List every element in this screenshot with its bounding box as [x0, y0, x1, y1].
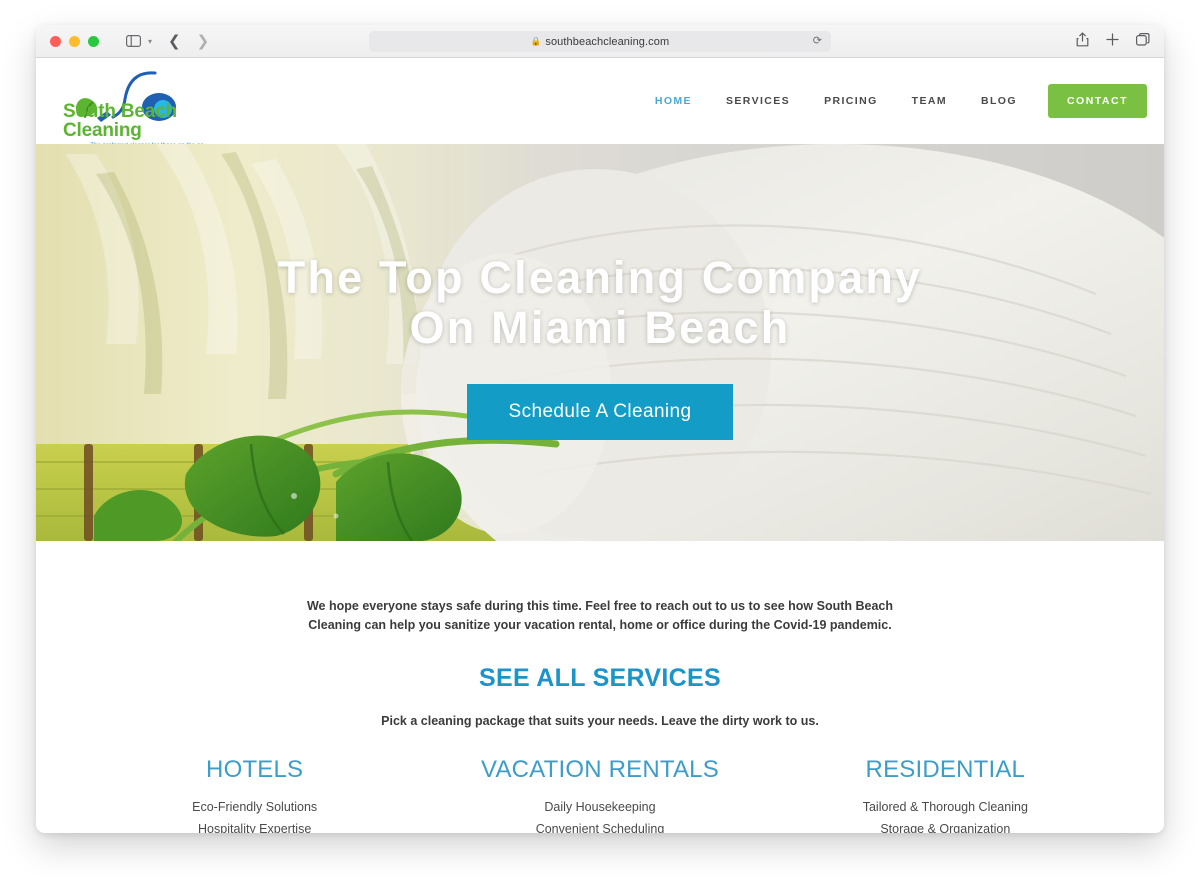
- window-controls: [50, 35, 99, 47]
- service-column-residential: RESIDENTIAL Tailored & Thorough Cleaning…: [773, 756, 1118, 833]
- hero-section: The Top Cleaning Company On Miami Beach …: [36, 144, 1164, 541]
- hero-title-line1: The Top Cleaning Company: [277, 251, 923, 303]
- tab-overview-icon[interactable]: [1136, 32, 1150, 51]
- reload-icon[interactable]: ⟳: [813, 34, 822, 47]
- nav-item-home[interactable]: HOME: [638, 95, 709, 107]
- see-all-services-heading[interactable]: SEE ALL SERVICES: [36, 664, 1164, 693]
- service-heading-vacation-rentals: VACATION RENTALS: [481, 755, 719, 783]
- contact-button[interactable]: CONTACT: [1047, 84, 1147, 118]
- service-list-vacation-rentals: Daily Housekeeping Convenient Scheduling…: [427, 798, 772, 833]
- service-list-residential: Tailored & Thorough Cleaning Storage & O…: [773, 798, 1118, 833]
- sidebar-controls: ▾: [122, 31, 152, 51]
- lock-icon: 🔒: [530, 36, 542, 46]
- service-item: Eco-Friendly Solutions: [192, 799, 318, 814]
- main-navigation: HOME SERVICES PRICING TEAM BLOG CONTACT: [638, 84, 1147, 118]
- nav-item-pricing[interactable]: PRICING: [807, 95, 895, 107]
- minimize-window-button[interactable]: [69, 35, 80, 47]
- browser-window: ▾ ❮ ❯ 🔒 southbeachcleaning.com ⟳ South B…: [36, 25, 1164, 833]
- nav-item-services[interactable]: SERVICES: [709, 95, 807, 107]
- covid-notice: We hope everyone stays safe during this …: [306, 599, 894, 633]
- hero-content: The Top Cleaning Company On Miami Beach …: [36, 144, 1164, 541]
- nav-item-blog[interactable]: BLOG: [964, 95, 1034, 107]
- back-arrow-icon[interactable]: ❮: [168, 33, 181, 49]
- hero-title: The Top Cleaning Company On Miami Beach: [277, 251, 923, 354]
- service-item: Tailored & Thorough Cleaning: [862, 799, 1028, 814]
- hero-title-line2: On Miami Beach: [409, 302, 791, 353]
- service-item: Convenient Scheduling: [535, 821, 665, 833]
- service-item: Storage & Organization: [880, 821, 1011, 833]
- address-bar[interactable]: 🔒 southbeachcleaning.com ⟳: [369, 31, 831, 52]
- services-subtitle: Pick a cleaning package that suits your …: [381, 713, 819, 728]
- chevron-down-icon[interactable]: ▾: [148, 37, 152, 46]
- logo-wordmark: South Beach Cleaning: [63, 101, 177, 141]
- schedule-cleaning-button[interactable]: Schedule A Cleaning: [466, 384, 734, 441]
- service-heading-residential: RESIDENTIAL: [865, 755, 1026, 783]
- navigation-arrows: ❮ ❯: [168, 33, 210, 49]
- service-list-hotels: Eco-Friendly Solutions Hospitality Exper…: [82, 798, 427, 833]
- browser-titlebar: ▾ ❮ ❯ 🔒 southbeachcleaning.com ⟳: [36, 25, 1164, 58]
- url-text: southbeachcleaning.com: [545, 35, 670, 48]
- plus-icon[interactable]: [1106, 32, 1119, 51]
- site-logo[interactable]: South Beach Cleaning The preferred clean…: [55, 65, 235, 149]
- share-icon[interactable]: [1076, 31, 1089, 52]
- site-header: South Beach Cleaning The preferred clean…: [36, 58, 1164, 149]
- sidebar-toggle-icon[interactable]: [122, 31, 144, 51]
- main-content: We hope everyone stays safe during this …: [36, 541, 1164, 833]
- service-column-hotels: HOTELS Eco-Friendly Solutions Hospitalit…: [82, 756, 427, 833]
- service-column-vacation-rentals: VACATION RENTALS Daily Housekeeping Conv…: [427, 756, 772, 833]
- close-window-button[interactable]: [50, 35, 61, 47]
- nav-item-team[interactable]: TEAM: [895, 95, 964, 107]
- service-heading-hotels: HOTELS: [206, 755, 304, 783]
- maximize-window-button[interactable]: [88, 35, 99, 47]
- page-root: ▾ ❮ ❯ 🔒 southbeachcleaning.com ⟳ South B…: [0, 0, 1200, 882]
- forward-arrow-icon[interactable]: ❯: [197, 33, 210, 49]
- toolbar-right: [1076, 25, 1150, 58]
- service-item: Daily Housekeeping: [544, 799, 656, 814]
- service-item: Hospitality Expertise: [198, 821, 312, 833]
- service-columns: HOTELS Eco-Friendly Solutions Hospitalit…: [36, 756, 1164, 833]
